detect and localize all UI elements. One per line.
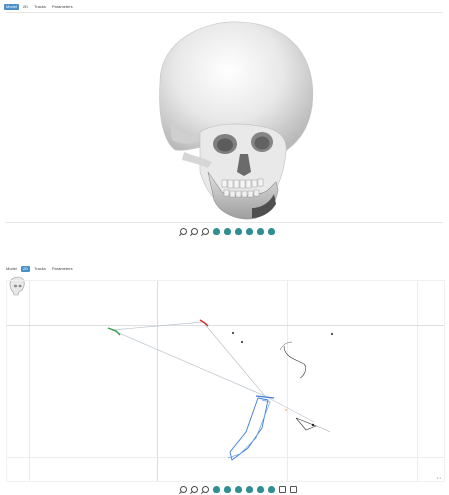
view-top-icon[interactable] (246, 486, 253, 493)
zoom-fit-icon[interactable] (202, 228, 209, 235)
zoom-fit-icon[interactable] (202, 486, 209, 493)
zoom-in-icon[interactable] (180, 486, 187, 493)
view-right-icon[interactable] (235, 486, 242, 493)
projection-line (264, 395, 315, 423)
scale-label: 1:1 (436, 476, 441, 480)
track-point (311, 423, 315, 427)
green-trace (107, 327, 121, 336)
view-right-icon[interactable] (235, 228, 242, 235)
blue-trace (229, 397, 269, 461)
tracking-panel: Model 2D Tracks Parameters 1:1 (0, 262, 449, 495)
tab-model[interactable]: Model (4, 4, 19, 10)
pointer-trace (315, 425, 331, 433)
view-back-icon[interactable] (268, 486, 275, 493)
red-trace (199, 319, 209, 327)
curve-trace (283, 345, 306, 379)
skull-model (159, 21, 314, 220)
curve-trace (279, 341, 293, 351)
tab-tracks[interactable]: Tracks (32, 4, 48, 10)
bottom-toolbar (180, 486, 297, 493)
model-panel: Model 2D Tracks Parameters (0, 0, 449, 240)
view-bottom-icon[interactable] (257, 228, 264, 235)
blue-trace (227, 399, 271, 459)
top-tab-bar: Model 2D Tracks Parameters (4, 4, 75, 10)
view-back-icon[interactable] (268, 228, 275, 235)
zoom-in-icon[interactable] (180, 228, 187, 235)
zoom-out-icon[interactable] (191, 486, 198, 493)
view-bottom-icon[interactable] (257, 486, 264, 493)
view-front-icon[interactable] (213, 228, 220, 235)
tab-parameters[interactable]: Parameters (50, 4, 75, 10)
track-point (232, 332, 234, 334)
view-front-icon[interactable] (213, 486, 220, 493)
pen-tool-icon[interactable] (279, 486, 286, 493)
zoom-out-icon[interactable] (191, 228, 198, 235)
tab-2d[interactable]: 2D (21, 4, 30, 10)
view-top-icon[interactable] (246, 228, 253, 235)
track-point (241, 341, 243, 343)
projection-line (202, 321, 266, 397)
top-toolbar (180, 228, 275, 235)
grid-tool-icon[interactable] (290, 486, 297, 493)
track-point (285, 409, 287, 411)
projection-line (111, 321, 204, 331)
view-left-icon[interactable] (224, 486, 231, 493)
top-toolbar-divider (6, 222, 443, 223)
view-left-icon[interactable] (224, 228, 231, 235)
skull-3d-viewport[interactable] (0, 12, 449, 227)
tracking-traces (107, 319, 333, 461)
projection-line (111, 329, 266, 397)
track-point (331, 333, 333, 335)
